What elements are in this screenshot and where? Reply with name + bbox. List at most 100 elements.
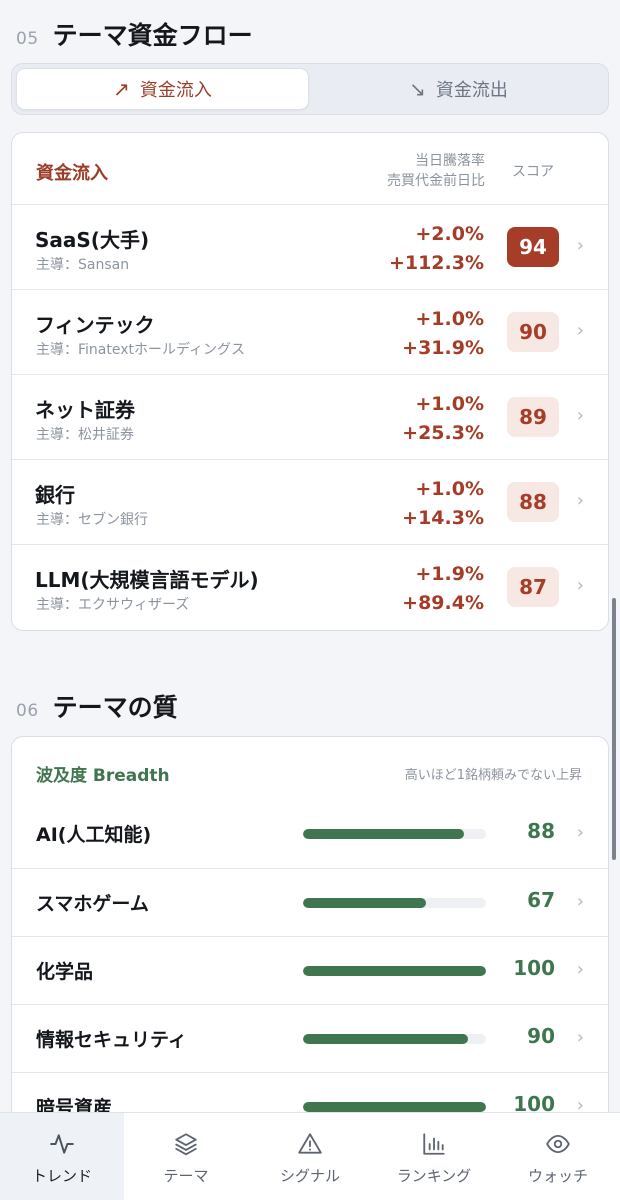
column-header-score: スコア — [512, 164, 554, 180]
tab-trend[interactable]: トレンド — [0, 1113, 124, 1200]
chevron-right-icon: › — [576, 1027, 584, 1048]
daily-change: +1.0% — [415, 478, 484, 500]
tab-label: ウォッチ — [527, 1167, 588, 1185]
column-header-volume: 売買代金前日比 — [387, 173, 485, 189]
tab-label: シグナル — [279, 1167, 340, 1185]
theme-name: フィンテック — [35, 313, 155, 337]
section-title: テーマの質 — [52, 693, 178, 722]
column-header-change: 当日騰落率 — [415, 153, 485, 169]
breadth-value: 90 — [527, 1024, 555, 1048]
breadth-bar-fill — [303, 1102, 486, 1112]
chevron-right-icon: › — [576, 490, 584, 511]
daily-change: +1.0% — [415, 393, 484, 415]
trend-icon — [50, 1134, 74, 1154]
score-badge: 94 — [507, 227, 559, 267]
flow-row[interactable]: ネット証券 主導：松井証券 +1.0% +25.3% 89 › — [12, 375, 608, 460]
breadth-row[interactable]: 暗号資産 100 › — [12, 1072, 608, 1112]
chevron-right-icon: › — [576, 320, 584, 341]
volume-change: +89.4% — [402, 592, 484, 614]
outflow-tab-label: 資金流出 — [435, 80, 508, 101]
breadth-bar — [303, 966, 486, 976]
main-scroll-area[interactable]: 05 テーマ資金フロー ↗ 資金流入 ↘ 資金流出 資金流入 当日騰落率 売買代… — [0, 0, 620, 1112]
breadth-bar — [303, 829, 486, 839]
outflow-tab[interactable]: ↘ 資金流出 — [313, 68, 604, 110]
chevron-right-icon: › — [576, 891, 584, 912]
breadth-value: 88 — [527, 819, 555, 843]
tab-label: テーマ — [163, 1167, 209, 1185]
section-number: 05 — [16, 29, 39, 49]
column-header-change-volume: 当日騰落率 売買代金前日比 — [387, 151, 485, 191]
tab-watch[interactable]: ウォッチ — [496, 1113, 620, 1200]
theme-name: スマホゲーム — [36, 893, 149, 915]
theme-name: 銀行 — [35, 483, 75, 507]
flow-card-label: 資金流入 — [36, 163, 108, 184]
theme-leader: 主導：セブン銀行 — [36, 512, 148, 528]
score-badge: 87 — [507, 567, 559, 607]
inflow-tab-label: 資金流入 — [139, 80, 212, 101]
theme-name: SaaS(大手) — [35, 228, 150, 252]
breadth-value: 67 — [527, 888, 555, 912]
layers-icon — [175, 1133, 197, 1156]
breadth-card: 波及度 Breadth 高いほど1銘柄頼みでない上昇 AI(人工知能) 88 ›… — [11, 736, 609, 1112]
score-badge: 90 — [507, 312, 559, 352]
volume-change: +25.3% — [402, 422, 484, 444]
daily-change: +1.0% — [415, 308, 484, 330]
theme-name: 情報セキュリティ — [36, 1029, 187, 1051]
volume-change: +112.3% — [388, 252, 484, 274]
flow-card-header: 資金流入 当日騰落率 売買代金前日比 スコア — [12, 133, 608, 205]
arrow-down-right-icon: ↘ — [409, 77, 426, 101]
tab-label: ランキング — [396, 1167, 472, 1185]
inflow-tab[interactable]: ↗ 資金流入 — [16, 68, 309, 110]
breadth-row[interactable]: 情報セキュリティ 90 › — [12, 1004, 608, 1072]
breadth-row[interactable]: 化学品 100 › — [12, 936, 608, 1004]
breadth-bar-fill — [303, 1034, 468, 1044]
chevron-right-icon: › — [576, 959, 584, 980]
breadth-value: 100 — [513, 1092, 555, 1112]
breadth-bar — [303, 1034, 486, 1044]
chevron-right-icon: › — [576, 822, 584, 843]
theme-name: AI(人工知能) — [36, 824, 152, 846]
breadth-bar-fill — [303, 966, 486, 976]
theme-leader: 主導：エクサウィザーズ — [36, 597, 190, 613]
flow-row[interactable]: フィンテック 主導：Finatextホールディングス +1.0% +31.9% … — [12, 290, 608, 375]
flow-row[interactable]: SaaS(大手) 主導：Sansan +2.0% +112.3% 94 › — [12, 205, 608, 290]
theme-leader: 主導：Sansan — [36, 257, 130, 273]
flow-card: 資金流入 当日騰落率 売買代金前日比 スコア SaaS(大手) 主導：Sansa… — [11, 132, 609, 631]
flow-row[interactable]: LLM(大規模言語モデル) 主導：エクサウィザーズ +1.9% +89.4% 8… — [12, 545, 608, 630]
breadth-row[interactable]: AI(人工知能) 88 › — [12, 800, 608, 868]
breadth-bar-fill — [303, 898, 426, 908]
breadth-bar — [303, 1102, 486, 1112]
chevron-right-icon: › — [576, 235, 584, 256]
chevron-right-icon: › — [576, 405, 584, 426]
tab-signal[interactable]: シグナル — [248, 1113, 372, 1200]
breadth-list: AI(人工知能) 88 › スマホゲーム 67 › 化学品 100 › 情報セキ… — [12, 800, 608, 1112]
breadth-bar-fill — [303, 829, 465, 839]
breadth-card-header: 波及度 Breadth 高いほど1銘柄頼みでない上昇 — [12, 737, 608, 800]
daily-change: +1.9% — [415, 563, 484, 585]
tab-label: トレンド — [31, 1167, 92, 1185]
section-title: テーマ資金フロー — [52, 21, 253, 50]
chevron-right-icon: › — [576, 1095, 584, 1112]
breadth-value: 100 — [513, 956, 555, 980]
chevron-right-icon: › — [576, 575, 584, 596]
daily-change: +2.0% — [415, 223, 484, 245]
theme-name: 暗号資産 — [36, 1097, 113, 1112]
flow-segmented-control: ↗ 資金流入 ↘ 資金流出 — [11, 63, 609, 115]
bottom-tab-bar: トレンド テーマ シグナル ランキング ウォッチ — [0, 1112, 620, 1200]
theme-name: 化学品 — [36, 961, 94, 983]
flow-section-header: 05 テーマ資金フロー — [16, 16, 253, 52]
eye-icon — [546, 1134, 570, 1154]
tab-ranking[interactable]: ランキング — [372, 1113, 496, 1200]
warning-icon — [298, 1133, 322, 1154]
breadth-card-label: 波及度 Breadth — [36, 766, 170, 786]
volume-change: +31.9% — [402, 337, 484, 359]
theme-leader: 主導：Finatextホールディングス — [36, 342, 246, 358]
bar-chart-icon — [423, 1133, 445, 1155]
quality-section-header: 06 テーマの質 — [16, 688, 178, 724]
breadth-row[interactable]: スマホゲーム 67 › — [12, 868, 608, 936]
theme-name: LLM(大規模言語モデル) — [35, 568, 259, 592]
flow-row[interactable]: 銀行 主導：セブン銀行 +1.0% +14.3% 88 › — [12, 460, 608, 545]
scrollbar[interactable] — [612, 598, 616, 860]
score-badge: 89 — [507, 397, 559, 437]
tab-theme[interactable]: テーマ — [124, 1113, 248, 1200]
